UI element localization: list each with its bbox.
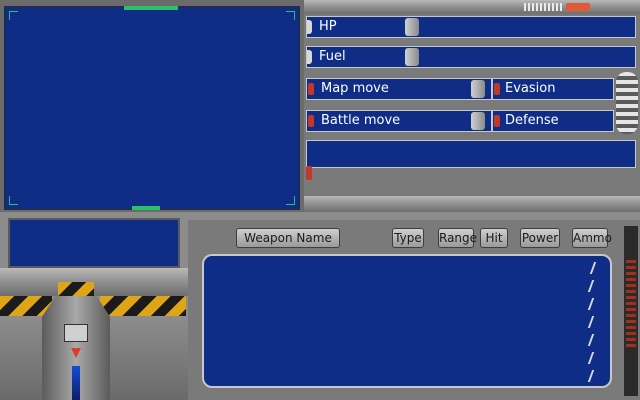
- weapon-panel: Weapon Name Type Range Hit Power Ammo: [188, 220, 640, 400]
- evasion-label: Evasion: [505, 81, 556, 96]
- col-range[interactable]: Range: [438, 228, 477, 248]
- hazard-stripe-left: [0, 296, 52, 316]
- fuel-row: Fuel: [306, 46, 636, 68]
- col-ammo[interactable]: Ammo: [572, 228, 612, 248]
- weapon-list[interactable]: [202, 254, 612, 388]
- col-type[interactable]: Type: [392, 228, 424, 248]
- row-divider: [405, 18, 419, 36]
- corner-bracket: [286, 196, 295, 205]
- red-wiring: [626, 260, 636, 350]
- red-indicator: [306, 166, 312, 180]
- row-marker: [587, 316, 595, 328]
- row-divider: [405, 48, 419, 66]
- red-indicator: [494, 115, 500, 127]
- alert-indicator-icon: [566, 3, 590, 11]
- row-marker: [587, 352, 595, 364]
- map-move-label: Map move: [321, 81, 389, 96]
- red-indicator: [494, 83, 500, 95]
- coil-icon: [616, 72, 638, 134]
- power-gauge: [72, 366, 80, 400]
- hp-label: HP: [319, 19, 337, 34]
- corner-bracket: [286, 11, 295, 20]
- defense-label: Defense: [505, 113, 559, 128]
- red-indicator: [308, 83, 314, 95]
- row-marker: [587, 334, 595, 346]
- row-divider: [471, 112, 485, 130]
- battle-move-row: Battle move: [306, 110, 492, 132]
- stats-spare-slot: [306, 140, 636, 168]
- stats-bottom-rail: [304, 196, 640, 212]
- hazard-stripe-top: [58, 282, 94, 298]
- row-marker: [589, 262, 597, 274]
- row-marker: [587, 280, 595, 292]
- portrait-screen: [4, 6, 300, 210]
- signal-meter-icon: [524, 3, 564, 11]
- hp-row: HP: [306, 16, 636, 38]
- col-power[interactable]: Power: [520, 228, 560, 248]
- portrait-frame: [0, 0, 304, 212]
- row-notch: [307, 50, 312, 64]
- hazard-stripe-right: [100, 296, 186, 316]
- row-marker: [587, 370, 595, 382]
- row-divider: [471, 80, 485, 98]
- small-screen: [8, 218, 180, 268]
- fuel-label: Fuel: [319, 49, 346, 64]
- battle-move-label: Battle move: [321, 113, 401, 128]
- row-notch: [307, 20, 312, 34]
- defense-row: Defense: [492, 110, 614, 132]
- pod-hatch: [64, 324, 88, 342]
- corner-bracket: [9, 196, 18, 205]
- row-marker: [587, 298, 595, 310]
- stats-panel: HP Fuel Map move Evasion Battle move Def…: [304, 0, 640, 212]
- corner-bracket: [9, 11, 18, 20]
- bottom-status-light: [132, 206, 160, 210]
- map-move-row: Map move: [306, 78, 492, 100]
- left-rail: [0, 268, 188, 296]
- top-status-light: [124, 6, 178, 10]
- col-weapon-name[interactable]: Weapon Name: [236, 228, 340, 248]
- col-hit[interactable]: Hit: [480, 228, 508, 248]
- red-indicator: [308, 115, 314, 127]
- evasion-row: Evasion: [492, 78, 614, 100]
